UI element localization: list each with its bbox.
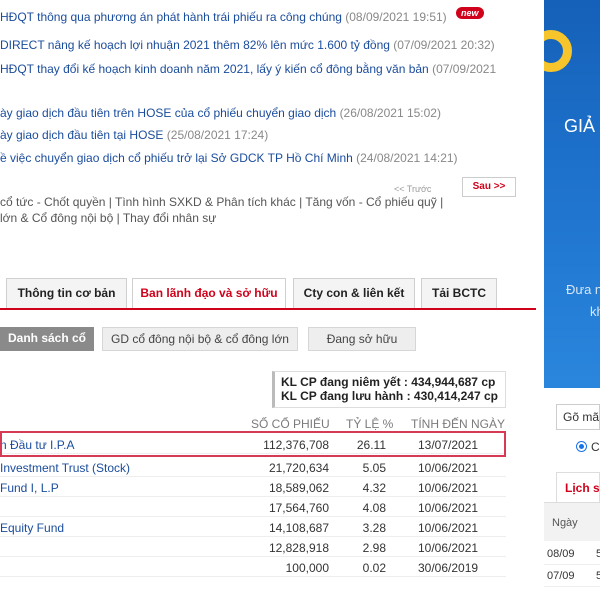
history-row: 07/09 5 [544, 565, 600, 587]
history-date: 08/09 [547, 548, 575, 560]
new-badge-icon: new [456, 7, 484, 19]
as-of-date: 10/06/2021 [418, 541, 479, 555]
share-percent: 5.05 [362, 461, 386, 475]
history-table: Ngày 08/09 5 07/09 5 [544, 502, 600, 600]
share-count: 17,564,760 [268, 501, 329, 515]
share-percent: 4.08 [362, 501, 386, 515]
radio-label: C [591, 440, 600, 454]
subtab-holding[interactable]: Đang sở hữu [308, 327, 416, 351]
category-links[interactable]: cổ tức - Chốt quyền | Tình hình SXKD & P… [0, 194, 450, 226]
ad-banner[interactable]: GIẢ Đưa n kh [544, 0, 600, 388]
col-header-pct: TỶ LỆ % [346, 417, 394, 431]
table-row: 12,828,918 2.98 10/06/2021 [0, 537, 506, 557]
table-row: 17,564,760 4.08 10/06/2021 [0, 497, 506, 517]
news-title[interactable]: DIRECT nâng kế hoạch lợi nhuận 2021 thêm… [0, 38, 390, 52]
logo-ring-icon [544, 30, 572, 72]
table-row: Investment Trust (Stock) 21,720,634 5.05… [0, 457, 506, 477]
history-col-date: Ngày [552, 517, 578, 529]
banner-subtext: Đưa n [566, 282, 600, 297]
tab-subsidiaries[interactable]: Cty con & liên kết [293, 278, 415, 308]
share-count: 14,108,687 [268, 521, 329, 535]
news-date: (07/09/2021 [432, 62, 497, 76]
subtab-insider-trading[interactable]: GD cổ đông nội bộ & cổ đông lớn [102, 327, 298, 351]
news-date: (07/09/2021 20:32) [393, 38, 495, 52]
history-date: 07/09 [547, 570, 575, 582]
listed-volume: KL CP đang niêm yết : 434,944,687 cp [281, 375, 496, 389]
news-title[interactable]: ề việc chuyển giao dịch cổ phiếu trở lại… [0, 151, 353, 165]
news-item[interactable]: ày giao dịch đầu tiên trên HOSE của cổ p… [0, 106, 441, 120]
pager-next-button[interactable]: Sau >> [462, 177, 516, 197]
stock-code-input[interactable]: Gõ mã [556, 404, 600, 430]
as-of-date: 10/06/2021 [418, 461, 479, 475]
news-title[interactable]: ày giao dịch đầu tiên trên HOSE của cổ p… [0, 106, 336, 120]
news-item[interactable]: ề việc chuyển giao dịch cổ phiếu trở lại… [0, 151, 458, 165]
tab-history[interactable]: Lịch s [556, 472, 600, 502]
news-date: (25/08/2021 17:24) [166, 128, 269, 142]
share-count: 100,000 [285, 561, 329, 575]
news-item[interactable]: HĐQT thay đổi kế hoạch kinh doanh năm 20… [0, 62, 496, 76]
share-volume-box: KL CP đang niêm yết : 434,944,687 cp KL … [272, 371, 506, 408]
highlight-box [0, 431, 506, 457]
share-percent: 4.32 [362, 481, 386, 495]
tab-management-ownership[interactable]: Ban lãnh đạo và sở hữu [132, 278, 286, 308]
news-item[interactable]: ày giao dịch đầu tiên tại HOSE (25/08/20… [0, 128, 268, 142]
news-title[interactable]: ày giao dịch đầu tiên tại HOSE [0, 128, 163, 142]
outstanding-volume: KL CP đang lưu hành : 430,414,247 cp [281, 389, 498, 403]
share-count: 21,720,634 [268, 461, 329, 475]
tab-download-reports[interactable]: Tải BCTC [421, 278, 497, 308]
banner-headline: GIẢ [564, 116, 596, 136]
as-of-date: 10/06/2021 [418, 481, 479, 495]
share-percent: 2.98 [362, 541, 386, 555]
col-header-date: TÍNH ĐẾN NGÀY [411, 417, 506, 431]
subtab-shareholder-list[interactable]: Danh sách cổ [0, 327, 94, 351]
radio-button[interactable] [576, 441, 587, 452]
share-percent: 3.28 [362, 521, 386, 535]
table-row: 100,000 0.02 30/06/2019 [0, 557, 506, 577]
main-content: HĐQT thông qua phương án phát hành trái … [0, 0, 536, 600]
share-percent: 0.02 [362, 561, 386, 575]
col-header-shares: SỐ CỔ PHIẾU [251, 417, 330, 431]
as-of-date: 10/06/2021 [418, 501, 479, 515]
news-title[interactable]: HĐQT thông qua phương án phát hành trái … [0, 10, 342, 24]
news-date: (26/08/2021 15:02) [339, 106, 441, 120]
company-tabs: Thông tin cơ bản Ban lãnh đạo và sở hữu … [0, 278, 536, 308]
news-title[interactable]: HĐQT thay đổi kế hoạch kinh doanh năm 20… [0, 62, 429, 76]
shareholder-name[interactable]: Equity Fund [0, 521, 64, 535]
tab-underline [0, 308, 536, 310]
table-row: Equity Fund 14,108,687 3.28 10/06/2021 [0, 517, 506, 537]
tab-basic-info[interactable]: Thông tin cơ bản [6, 278, 127, 308]
history-row: 08/09 5 [544, 543, 600, 565]
share-count: 12,828,918 [268, 541, 329, 555]
as-of-date: 10/06/2021 [418, 521, 479, 535]
right-sidebar: GIẢ Đưa n kh Gõ mã C Lịch s Ngày 08/09 5… [536, 0, 600, 600]
news-item[interactable]: DIRECT nâng kế hoạch lợi nhuận 2021 thêm… [0, 38, 495, 52]
shareholder-name[interactable]: Investment Trust (Stock) [0, 461, 130, 475]
history-value: 5 [596, 548, 600, 560]
history-table-header: Ngày [544, 503, 600, 541]
as-of-date: 30/06/2019 [418, 561, 479, 575]
history-value: 5 [596, 570, 600, 582]
table-row: Fund I, L.P 18,589,062 4.32 10/06/2021 [0, 477, 506, 497]
news-date: (24/08/2021 14:21) [356, 151, 458, 165]
news-item[interactable]: HĐQT thông qua phương án phát hành trái … [0, 7, 484, 24]
pager-prev-link[interactable]: << Trước [394, 184, 431, 194]
share-count: 18,589,062 [268, 481, 329, 495]
banner-subtext-2: kh [590, 304, 600, 319]
shareholder-name[interactable]: Fund I, L.P [0, 481, 59, 495]
news-date: (08/09/2021 19:51) [345, 10, 447, 24]
